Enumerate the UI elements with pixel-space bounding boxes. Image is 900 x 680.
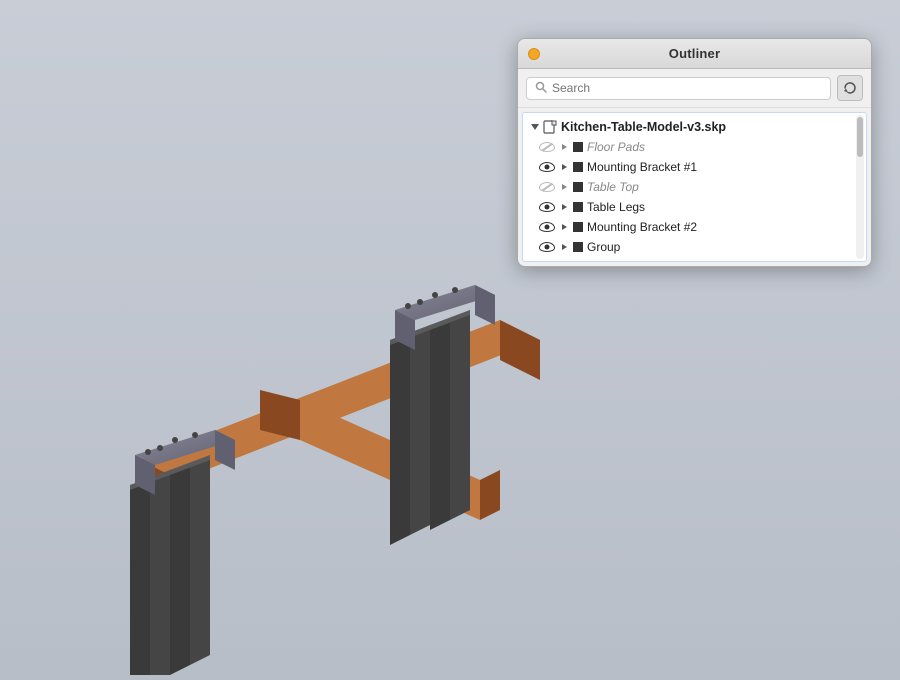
- file-icon: [543, 120, 557, 134]
- item-chevron-icon: [559, 162, 569, 172]
- eye-visible-icon: [539, 241, 555, 253]
- search-input[interactable]: [552, 81, 822, 95]
- item-label: Mounting Bracket #1: [587, 160, 858, 174]
- tree-root: Kitchen-Table-Model-v3.skp Floor Pads Mo…: [523, 113, 866, 261]
- item-color-swatch: [573, 162, 583, 172]
- search-wrapper: [526, 77, 831, 100]
- eye-hidden-icon: [539, 141, 555, 153]
- item-label: Table Top: [587, 180, 858, 194]
- item-chevron-icon: [559, 142, 569, 152]
- item-label: Mounting Bracket #2: [587, 220, 858, 234]
- outliner-titlebar: Outliner: [518, 39, 871, 69]
- search-icon: [535, 81, 547, 96]
- item-color-swatch: [573, 222, 583, 232]
- tree-root-item[interactable]: Kitchen-Table-Model-v3.skp: [523, 117, 866, 137]
- list-item[interactable]: Mounting Bracket #1: [523, 157, 866, 177]
- item-chevron-icon: [559, 242, 569, 252]
- item-color-swatch: [573, 202, 583, 212]
- list-item[interactable]: Table Legs: [523, 197, 866, 217]
- item-chevron-icon: [559, 182, 569, 192]
- item-color-swatch: [573, 242, 583, 252]
- outliner-tree: Kitchen-Table-Model-v3.skp Floor Pads Mo…: [522, 112, 867, 262]
- close-button[interactable]: [528, 48, 540, 60]
- item-label: Group: [587, 240, 858, 254]
- list-item[interactable]: Table Top: [523, 177, 866, 197]
- eye-visible-icon: [539, 221, 555, 233]
- list-item[interactable]: Group: [523, 237, 866, 257]
- eye-visible-icon: [539, 201, 555, 213]
- panel-title: Outliner: [669, 46, 720, 61]
- root-label: Kitchen-Table-Model-v3.skp: [561, 120, 726, 134]
- refresh-button[interactable]: [837, 75, 863, 101]
- item-color-swatch: [573, 142, 583, 152]
- scrollbar-thumb[interactable]: [857, 117, 863, 157]
- item-chevron-icon: [559, 222, 569, 232]
- scrollbar[interactable]: [856, 115, 864, 259]
- item-label: Table Legs: [587, 200, 858, 214]
- item-chevron-icon: [559, 202, 569, 212]
- eye-visible-icon: [539, 161, 555, 173]
- item-color-swatch: [573, 182, 583, 192]
- list-item[interactable]: Floor Pads: [523, 137, 866, 157]
- list-item[interactable]: Mounting Bracket #2: [523, 217, 866, 237]
- item-label: Floor Pads: [587, 140, 858, 154]
- chevron-down-icon: [531, 124, 539, 130]
- eye-hidden-icon: [539, 181, 555, 193]
- search-bar: [518, 69, 871, 108]
- outliner-panel: Outliner: [517, 38, 872, 267]
